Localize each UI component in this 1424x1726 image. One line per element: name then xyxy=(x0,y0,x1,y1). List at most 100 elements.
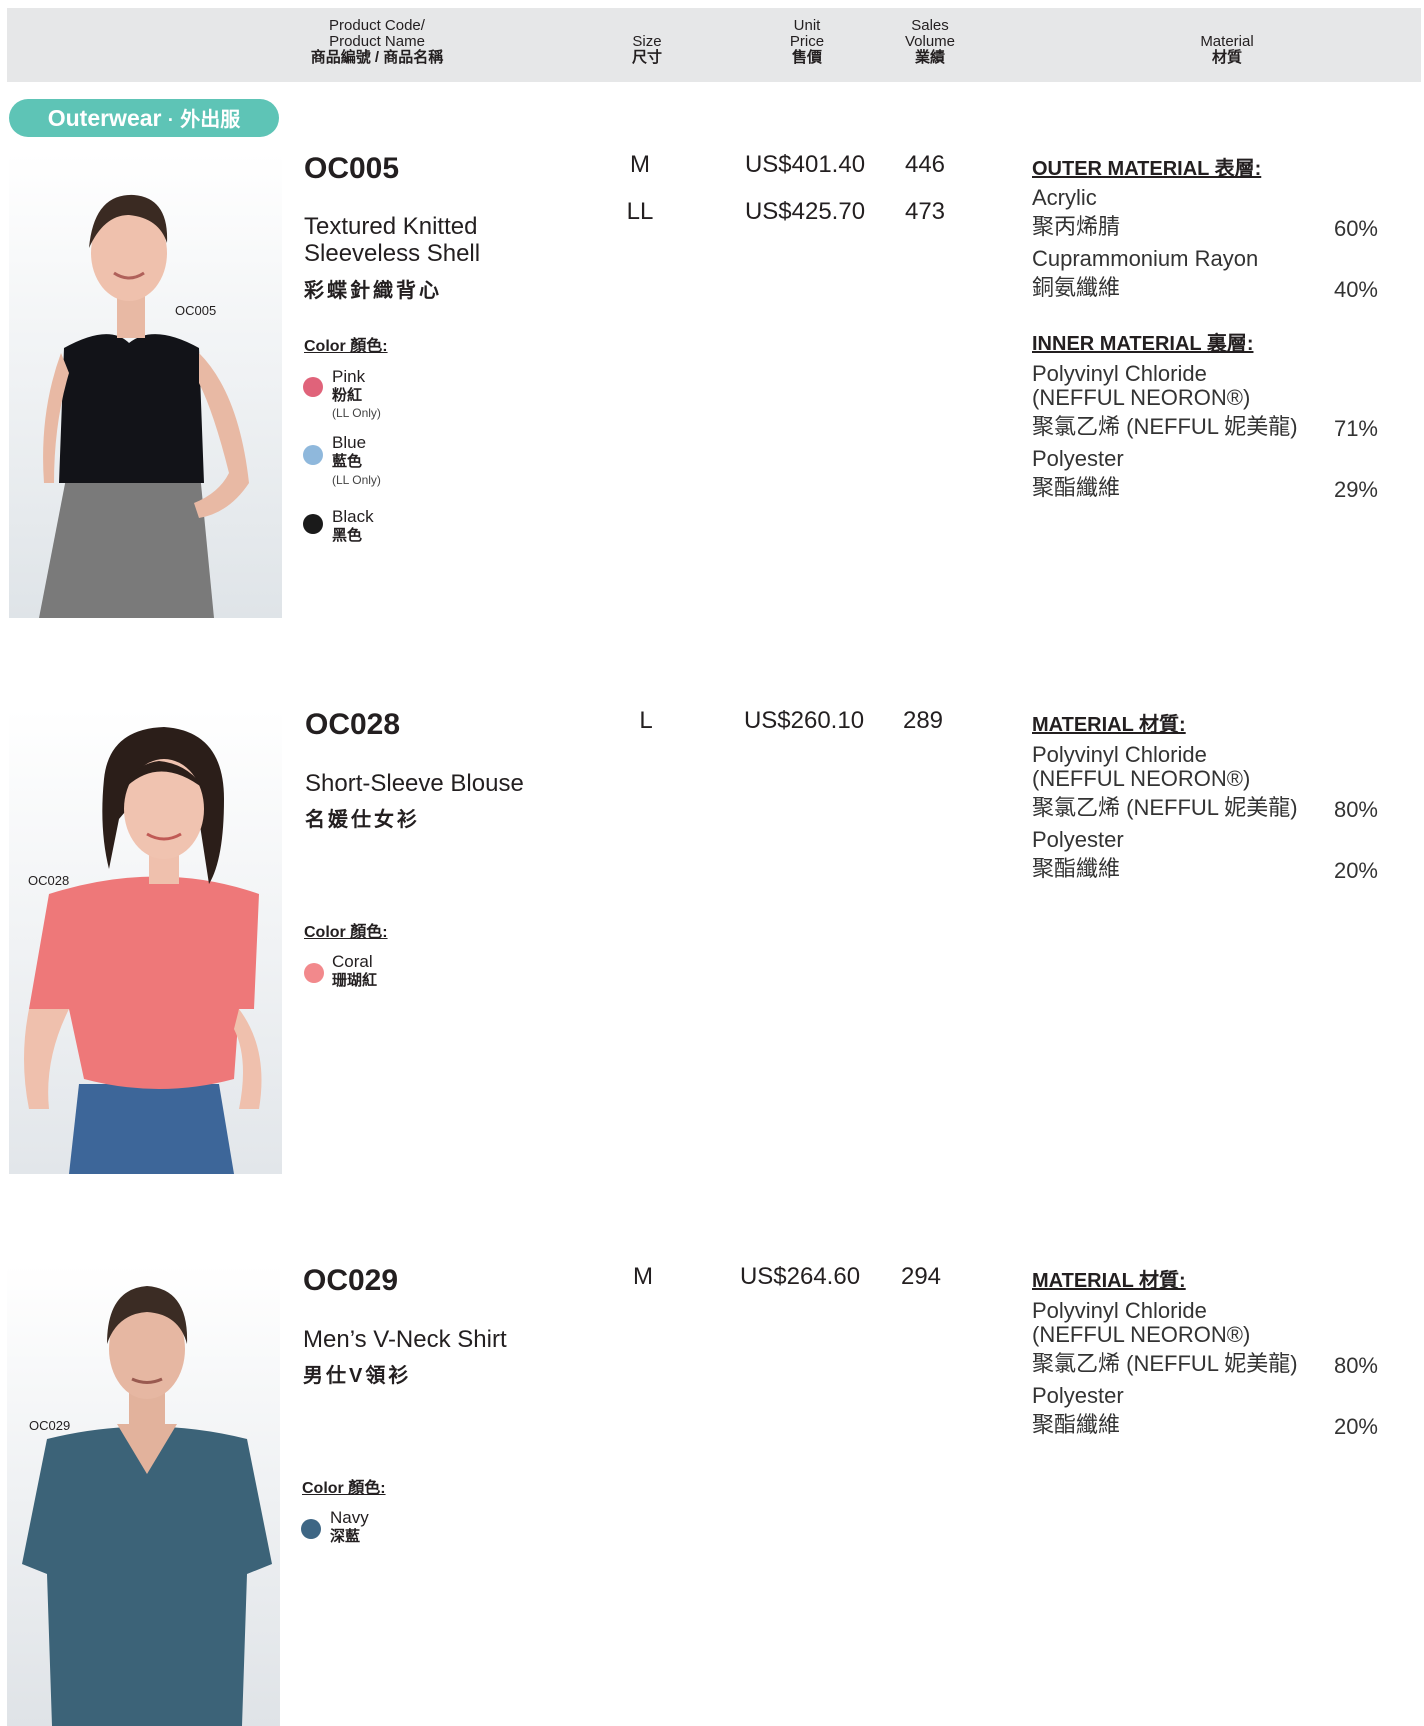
material-name-zh: 聚丙烯腈 xyxy=(1032,214,1121,239)
color-name: Black xyxy=(332,507,374,526)
material-percent: 80% xyxy=(1333,797,1378,822)
product-name: Men’s V-Neck Shirt xyxy=(303,1326,507,1353)
material-percent: 29% xyxy=(1333,477,1378,502)
color-name: Blue xyxy=(332,433,367,452)
header-price: Unit Price 售價 xyxy=(752,18,862,66)
header-material-zh: 材質 xyxy=(1211,49,1242,66)
color-name-zh: 珊瑚紅 xyxy=(332,972,378,989)
material-name-zh: 聚酯纖維 xyxy=(1032,856,1121,881)
product-name-zh: 名媛仕女衫 xyxy=(305,809,420,831)
material-name: Polyester xyxy=(1032,446,1124,471)
header-price-label-2: Price xyxy=(789,33,825,50)
material-name-zh: 銅氨纖維 xyxy=(1032,275,1121,300)
color-name: Coral xyxy=(332,952,373,971)
category-pill: Outerwear · 外出服 xyxy=(9,99,279,137)
size-cell: M xyxy=(630,151,650,178)
sales-cell: 446 xyxy=(904,151,946,178)
color-note: (LL Only) xyxy=(332,473,381,487)
material-name-zh: 聚酯纖維 xyxy=(1032,475,1121,500)
header-sales-label-2: Volume xyxy=(904,33,956,50)
color-swatch-coral xyxy=(304,963,324,983)
color-heading: Color 顏色: xyxy=(304,338,388,355)
header-name-label: Product Name xyxy=(329,33,425,50)
price-cell: US$401.40 xyxy=(744,151,866,178)
price-cell: US$425.70 xyxy=(744,198,866,225)
header-code-label: Product Code/ xyxy=(329,17,425,34)
category-label-zh: 外出服 xyxy=(180,109,241,131)
color-heading: Color 顏色: xyxy=(304,924,388,941)
product-code: OC028 xyxy=(305,708,401,741)
color-note: (LL Only) xyxy=(332,406,381,420)
material-name: Acrylic xyxy=(1032,185,1097,210)
material-name-detail: (NEFFUL NEORON®) xyxy=(1032,766,1251,791)
header-price-zh: 售價 xyxy=(791,49,822,66)
material-heading: MATERIAL 材質: xyxy=(1032,714,1186,736)
product-name: Textured Knitted Sleeveless Shell xyxy=(304,213,480,267)
material-name: Cuprammonium Rayon xyxy=(1032,246,1259,271)
product-code: OC029 xyxy=(303,1264,399,1297)
product-name: Short-Sleeve Blouse xyxy=(305,770,524,797)
product-name-zh: 彩蝶針織背心 xyxy=(304,280,442,302)
color-name: Navy xyxy=(330,1508,369,1527)
header-sales-zh: 業績 xyxy=(914,49,945,66)
product-name-line-1: Textured Knitted xyxy=(304,213,478,240)
material-name-zh: 聚酯纖維 xyxy=(1032,1412,1121,1437)
color-name-zh: 粉紅 xyxy=(332,387,363,404)
material-name-detail: (NEFFUL NEORON®) xyxy=(1032,1322,1251,1347)
material-heading: MATERIAL 材質: xyxy=(1032,1270,1186,1292)
photo-code-label: OC028 xyxy=(28,873,70,888)
color-name-zh: 黑色 xyxy=(332,527,363,544)
sales-cell: 294 xyxy=(900,1263,942,1290)
header-price-label-1: Unit xyxy=(793,17,821,34)
material-name-zh: 聚氯乙烯 (NEFFUL 妮美龍) xyxy=(1032,795,1298,820)
size-cell: LL xyxy=(626,198,654,225)
material-name-zh: 聚氯乙烯 (NEFFUL 妮美龍) xyxy=(1032,1351,1298,1376)
color-swatch-pink xyxy=(303,377,323,397)
product-photo xyxy=(7,1264,280,1726)
color-name-zh: 藍色 xyxy=(332,453,363,470)
material-percent: 40% xyxy=(1333,277,1378,302)
category-separator: · xyxy=(167,110,174,130)
product-name-zh: 男仕V領衫 xyxy=(303,1365,412,1387)
material-name: Polyvinyl Chloride xyxy=(1032,361,1207,386)
material-name-detail: (NEFFUL NEORON®) xyxy=(1032,385,1251,410)
material-percent: 20% xyxy=(1333,1414,1378,1439)
header-size-label: Size xyxy=(632,33,662,50)
header-sales-label-1: Sales xyxy=(911,17,949,34)
photo-code-label: OC005 xyxy=(175,303,217,318)
price-cell: US$264.60 xyxy=(739,1263,861,1290)
color-swatch-navy xyxy=(301,1519,321,1539)
product-code: OC005 xyxy=(304,152,400,185)
material-name: Polyvinyl Chloride xyxy=(1032,742,1207,767)
color-name-zh: 深藍 xyxy=(330,1528,361,1545)
color-swatch-black xyxy=(303,514,323,534)
material-name: Polyester xyxy=(1032,1383,1124,1408)
material-name: Polyester xyxy=(1032,827,1124,852)
material-heading: OUTER MATERIAL 表層: xyxy=(1032,158,1262,180)
size-cell: M xyxy=(633,1263,653,1290)
material-percent: 80% xyxy=(1333,1353,1378,1378)
table-header: Product Code/ Product Name 商品編號 / 商品名稱 S… xyxy=(7,8,1421,82)
header-sales: Sales Volume 業績 xyxy=(875,18,985,66)
product-name-line-1: Men’s V-Neck Shirt xyxy=(303,1326,507,1353)
material-percent: 60% xyxy=(1333,216,1378,241)
material-heading: INNER MATERIAL 裏層: xyxy=(1032,333,1254,355)
product-name-line-1: Short-Sleeve Blouse xyxy=(305,770,524,797)
material-percent: 71% xyxy=(1333,416,1378,441)
color-name: Pink xyxy=(332,367,366,386)
size-cell: L xyxy=(639,707,653,734)
color-swatch-blue xyxy=(303,445,323,465)
header-material-label: Material xyxy=(1200,33,1254,50)
material-percent: 20% xyxy=(1333,858,1378,883)
category-label: Outerwear xyxy=(47,105,162,131)
header-material: Material 材質 xyxy=(1157,34,1297,66)
header-product-zh: 商品編號 / 商品名稱 xyxy=(310,49,444,66)
product-photo xyxy=(9,709,282,1174)
photo-code-label: OC029 xyxy=(29,1418,71,1433)
sales-cell: 289 xyxy=(902,707,944,734)
header-size-zh: 尺寸 xyxy=(631,49,662,66)
color-heading: Color 顏色: xyxy=(302,1480,386,1497)
sales-cell: 473 xyxy=(904,198,946,225)
material-name-zh: 聚氯乙烯 (NEFFUL 妮美龍) xyxy=(1032,414,1298,439)
product-name-line-2: Sleeveless Shell xyxy=(304,240,481,267)
